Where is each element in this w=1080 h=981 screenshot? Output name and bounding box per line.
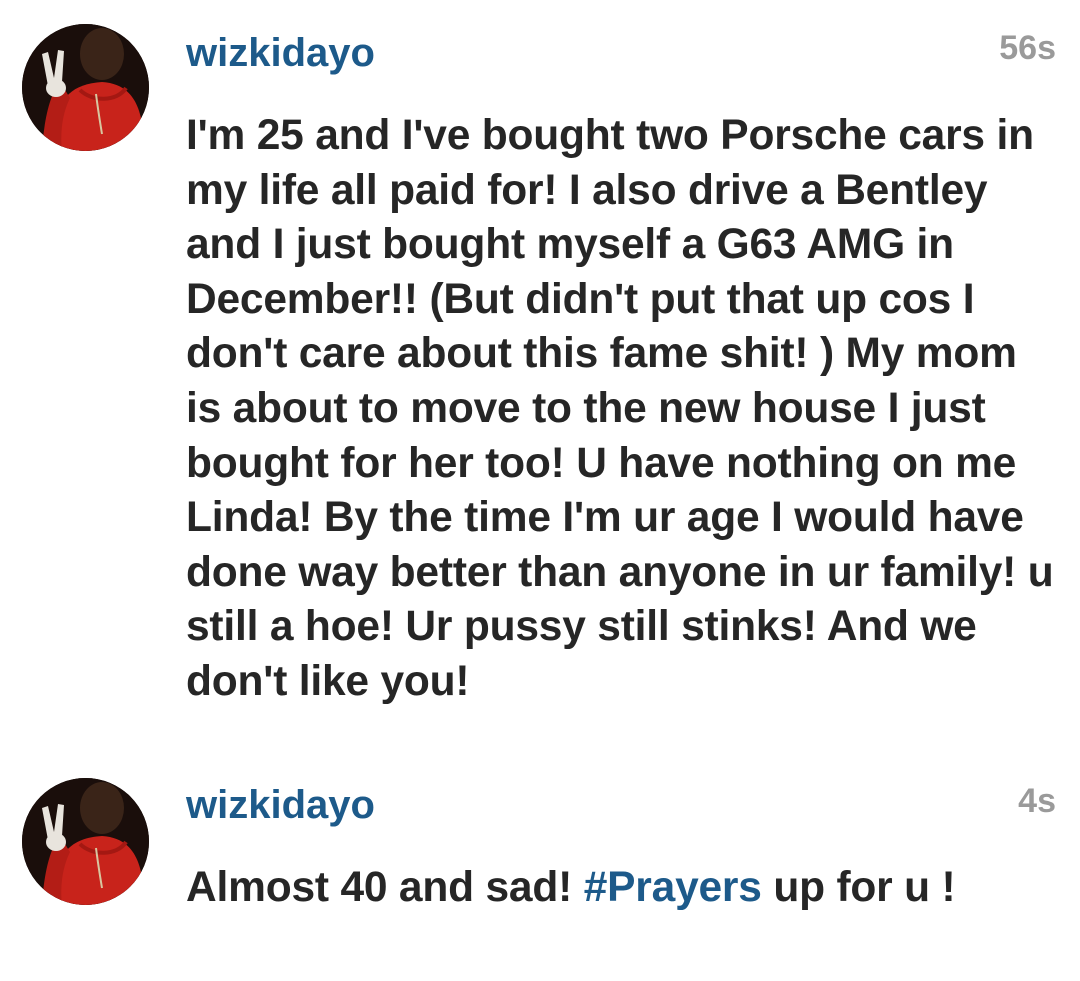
comment-text: I'm 25 and I've bought two Porsche cars … [186, 112, 1054, 705]
comment-text-part: Almost 40 and sad! [186, 864, 584, 911]
comment-username[interactable]: wizkidayo [186, 29, 375, 77]
comment-text: Almost 40 and sad! #Prayers up for u ! [186, 861, 1058, 916]
hashtag-link[interactable]: #Prayers [584, 864, 762, 911]
comment-1: wizkidayo 56s I'm 25 and I've bought two… [0, 0, 1080, 760]
avatar[interactable] [22, 24, 149, 151]
comment-username[interactable]: wizkidayo [186, 781, 375, 829]
comment-2: wizkidayo 4s Almost 40 and sad! #Prayers… [0, 760, 1080, 981]
comment-timestamp: 56s [999, 29, 1056, 67]
comment-timestamp: 4s [1018, 782, 1056, 820]
comment-text-part: up for u ! [761, 864, 956, 911]
profile-photo-icon [22, 778, 149, 905]
avatar[interactable] [22, 778, 149, 905]
profile-photo-icon [22, 24, 149, 151]
